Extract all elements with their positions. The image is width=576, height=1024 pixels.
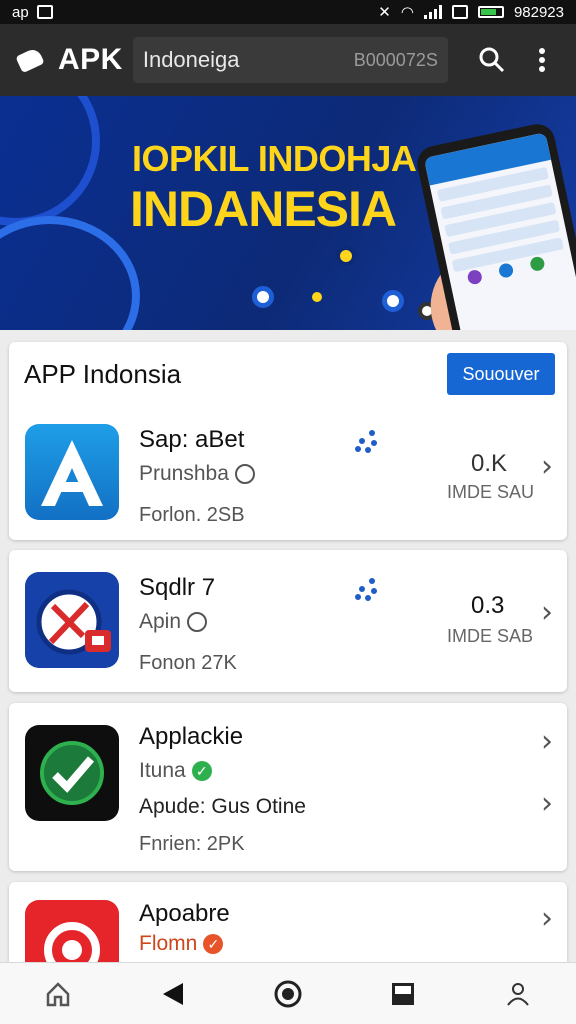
decorative-dot	[252, 286, 274, 308]
app-icon[interactable]	[25, 725, 119, 821]
record-icon[interactable]	[263, 969, 313, 1019]
app-size: 0.3	[471, 592, 505, 619]
chevron-right-icon[interactable]: ›	[541, 789, 553, 819]
app-subtitle: Apin	[139, 610, 182, 633]
chevron-right-icon[interactable]: ›	[541, 452, 553, 482]
app-subtitle-row: Ituna ✓	[139, 759, 212, 783]
section-card: APP Indonsia Sououver Sap: aBet Prunshba…	[9, 342, 567, 540]
app-subtitle: Ituna	[139, 759, 186, 782]
notification-icon	[36, 5, 53, 19]
chevron-right-icon[interactable]: ›	[541, 904, 553, 934]
home-icon[interactable]	[33, 969, 83, 1019]
profile-icon[interactable]	[493, 969, 543, 1019]
search-icon[interactable]	[472, 40, 512, 80]
app-name[interactable]: Sap: aBet	[139, 426, 244, 454]
chevron-right-icon[interactable]: ›	[541, 727, 553, 757]
decorative-arc	[0, 216, 140, 330]
app-title: APK	[58, 43, 123, 76]
section-title: APP Indonsia	[24, 359, 182, 389]
app-icon[interactable]	[25, 424, 119, 520]
app-name[interactable]: Sqdlr 7	[139, 574, 215, 602]
app-subtitle: Flomn	[139, 932, 198, 955]
status-carrier: ap	[12, 3, 29, 21]
mute-icon: ✕	[378, 4, 391, 21]
app-subtitle-row: Apin	[139, 610, 208, 634]
banner-headline: IOPKIL INDOHJA	[132, 138, 417, 179]
sim-icon	[451, 5, 468, 19]
info-icon	[234, 464, 255, 484]
app-downloads: IMDE SAB	[447, 626, 534, 646]
back-icon[interactable]	[148, 969, 198, 1019]
app-size: 0.K	[471, 450, 508, 477]
app-icon[interactable]	[25, 900, 119, 962]
promo-banner[interactable]: IOPKIL INDOHJA INDANESIA	[0, 96, 576, 330]
search-code: B000072S	[353, 49, 438, 70]
discover-button[interactable]: Sououver	[447, 353, 555, 395]
search-query: Indoneiga	[142, 47, 240, 72]
chevron-right-icon[interactable]: ›	[541, 598, 553, 628]
dots-icon	[355, 430, 383, 454]
app-downloads: IMDE SAU	[447, 482, 535, 502]
app-name[interactable]: Applackie	[139, 723, 243, 751]
app-subtitle-row: Prunshba	[139, 462, 255, 486]
app-meta: Fonon 27K	[139, 652, 237, 674]
app-name[interactable]: Apoabre	[139, 900, 230, 928]
search-field[interactable]: Indoneiga B000072S	[132, 37, 448, 83]
app-meta: Forlon. 2SB	[139, 504, 245, 526]
app-card[interactable]: Applackie Ituna ✓ Apude: Gus Otine Fnrie…	[9, 703, 567, 871]
decorative-dot	[336, 246, 356, 266]
clock-icon	[187, 612, 208, 632]
decorative-arc	[0, 96, 100, 226]
status-time: 982923	[513, 3, 564, 21]
decorative-dot	[382, 290, 404, 312]
more-options-icon[interactable]	[522, 40, 562, 80]
app-meta-secondary: Fnrien: 2PK	[139, 833, 245, 855]
app-logo-icon[interactable]	[14, 43, 48, 77]
wifi-icon: ◠	[400, 4, 414, 21]
decorative-dot	[312, 292, 322, 302]
app-card[interactable]: Sqdlr 7 Apin Fonon 27K 0.3 IMDE SAB ›	[9, 550, 567, 692]
dots-icon	[355, 578, 383, 602]
app-bar: APK Indoneiga B000072S	[0, 24, 576, 96]
banner-subheadline: INDANESIA	[130, 181, 397, 237]
app-subtitle: Prunshba	[139, 462, 229, 485]
battery-icon	[477, 6, 504, 18]
badge-icon: ✓	[203, 934, 224, 954]
inbox-icon[interactable]	[378, 969, 428, 1019]
app-icon[interactable]	[25, 572, 119, 668]
verified-icon: ✓	[191, 761, 212, 781]
app-card[interactable]: Apoabre Flomn ✓ ›	[9, 882, 567, 962]
app-meta: Apude: Gus Otine	[139, 795, 306, 818]
signal-icon	[423, 5, 442, 19]
bottom-navigation	[0, 962, 576, 1024]
app-subtitle-row: Flomn ✓	[139, 932, 224, 956]
status-bar: ap ✕ ◠ 982923	[0, 0, 576, 24]
